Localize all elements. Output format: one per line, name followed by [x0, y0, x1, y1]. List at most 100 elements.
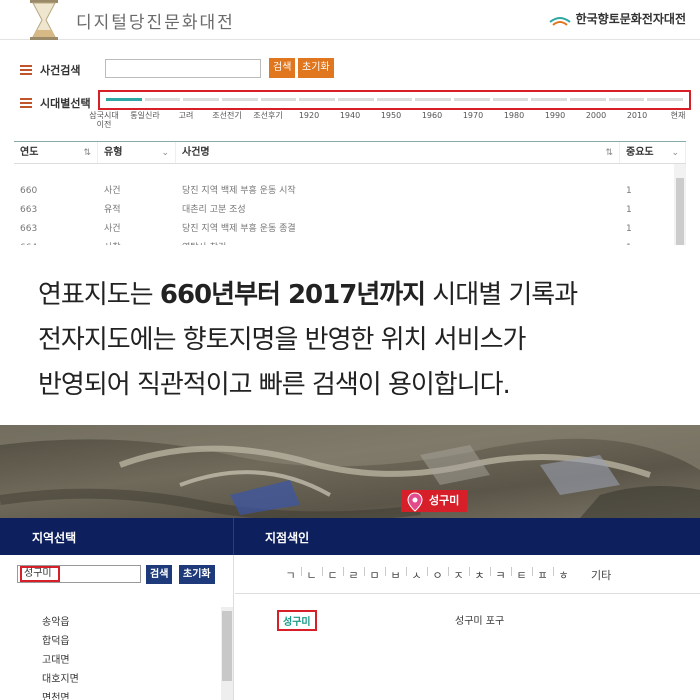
era-segment[interactable] — [144, 98, 181, 101]
brand-link[interactable]: 한국향토문화전자대전 — [548, 10, 686, 27]
era-label[interactable]: 1940 — [328, 111, 372, 120]
consonant-link[interactable]: ㄹ — [344, 567, 363, 583]
chevron-down-icon[interactable]: ⌄ — [671, 142, 679, 164]
era-label[interactable]: 2010 — [615, 111, 659, 120]
era-segment[interactable] — [454, 98, 490, 101]
sort-icon[interactable]: ⇅ — [83, 142, 91, 164]
era-segment[interactable] — [376, 98, 413, 101]
era-label[interactable]: 1980 — [492, 111, 536, 120]
era-label[interactable]: 1950 — [369, 111, 413, 120]
column-importance[interactable]: 중요도 ⌄ — [620, 142, 686, 163]
region-search-field[interactable]: 성구미 — [17, 565, 141, 583]
era-segment[interactable] — [492, 98, 529, 101]
consonant-link[interactable]: ㅈ — [449, 567, 468, 583]
region-list-item[interactable]: 송악읍 — [42, 613, 79, 632]
region-reset-button[interactable]: 초기화 — [179, 565, 215, 584]
region-list-item[interactable]: 대호지면 — [42, 670, 79, 689]
list-icon — [20, 65, 32, 75]
column-event[interactable]: 사건명 ⇅ — [176, 142, 620, 163]
era-label[interactable]: 1920 — [287, 111, 331, 120]
era-label[interactable]: 삼국시대 이전 — [82, 111, 126, 129]
era-label[interactable]: 조선후기 — [246, 111, 290, 120]
consonant-link[interactable]: ㅌ — [512, 567, 531, 583]
place-result-full-name[interactable]: 성구미 포구 — [455, 612, 504, 627]
sort-icon[interactable]: ⇅ — [605, 142, 613, 164]
era-segment[interactable] — [183, 98, 220, 101]
site-title[interactable]: 디지털당진문화대전 — [76, 8, 235, 33]
era-segment[interactable] — [299, 98, 336, 101]
era-segment[interactable] — [531, 98, 568, 101]
era-select-label: 시대별선택 — [20, 95, 91, 111]
table-row[interactable]: 663 사건 당진 지역 백제 부흥 운동 종결 1 — [14, 220, 686, 239]
era-label[interactable]: 1960 — [410, 111, 454, 120]
era-label[interactable]: 통일신라 — [123, 111, 167, 120]
region-search-button[interactable]: 검색 — [146, 565, 173, 584]
era-label[interactable]: 조선전기 — [205, 111, 249, 120]
map-pin-icon — [407, 492, 423, 512]
era-label[interactable]: 2000 — [574, 111, 618, 120]
consonant-link[interactable]: ㅊ — [470, 567, 489, 583]
region-list-item[interactable]: 합덕읍 — [42, 632, 79, 651]
promo-line-1-suffix: 시대별 기록과 — [425, 280, 578, 310]
table-cell: 1 — [626, 205, 632, 215]
column-year[interactable]: 연도 ⇅ — [14, 142, 98, 163]
era-label[interactable]: 현재 — [656, 111, 700, 120]
region-list-scrollbar-thumb[interactable] — [222, 611, 232, 681]
brand-logo-icon — [548, 16, 571, 26]
column-year-label: 연도 — [20, 147, 39, 158]
consonant-link[interactable]: ㅋ — [491, 567, 510, 583]
consonant-link[interactable]: ㅍ — [533, 567, 552, 583]
region-list-item[interactable]: 면천면 — [42, 689, 79, 700]
era-segment[interactable] — [570, 98, 606, 101]
consonant-link[interactable]: ㄴ — [302, 567, 321, 583]
table-row[interactable]: 663 유적 대촌리 고분 조성 1 — [14, 201, 686, 220]
table-row[interactable]: 660 사건 당진 지역 백제 부흥 운동 시작 1 — [14, 182, 686, 201]
column-type[interactable]: 유형 ⌄ — [98, 142, 176, 163]
region-select-panel: 성구미 검색 초기화 송악읍 합덕읍 고대면 대호지면 면천면 — [0, 555, 234, 700]
era-segment[interactable] — [647, 98, 684, 101]
era-segment[interactable] — [222, 98, 258, 101]
promo-line-1-prefix: 연표지도는 — [38, 280, 160, 310]
event-search-button[interactable]: 검색 — [269, 58, 296, 78]
column-type-label: 유형 — [104, 147, 123, 158]
event-search-input[interactable] — [105, 59, 261, 78]
promo-line-2: 전자지도에는 향토지명을 반영한 위치 서비스가 — [38, 325, 526, 355]
divider — [233, 518, 234, 555]
region-header-bar: 지역선택 지점색인 — [0, 518, 700, 555]
map-marker[interactable]: 성구미 — [401, 490, 468, 512]
consonant-link[interactable]: ㅎ — [554, 567, 573, 583]
place-index-title: 지점색인 — [265, 531, 310, 545]
consonant-link[interactable]: ㅁ — [365, 567, 384, 583]
era-label[interactable]: 1970 — [451, 111, 495, 120]
table-cell: 대촌리 고분 조성 — [182, 205, 246, 215]
consonant-link[interactable]: ㅂ — [386, 567, 405, 583]
era-segment[interactable] — [338, 98, 374, 101]
era-select-label-text: 시대별선택 — [40, 97, 91, 110]
chevron-down-icon[interactable]: ⌄ — [161, 142, 169, 164]
region-search-input[interactable]: 성구미 — [20, 566, 60, 582]
era-segment[interactable] — [415, 98, 452, 101]
consonant-link[interactable]: ㄱ — [281, 567, 300, 583]
era-slider-track[interactable] — [106, 98, 684, 101]
satellite-map[interactable]: 성구미 — [0, 425, 700, 518]
promo-text: 연표지도는 660년부터 2017년까지 시대별 기록과 전자지도에는 향토지명… — [0, 245, 700, 425]
era-label[interactable]: 1990 — [533, 111, 577, 120]
region-list-scrollbar[interactable] — [221, 607, 233, 700]
era-segment[interactable] — [608, 98, 645, 101]
timeline-search-panel: 사건검색 검색 초기화 시대별선택 삼국시대 이전 통일신라 고려 조선전기 조선후기 1… — [0, 40, 700, 268]
consonant-link[interactable]: ㅇ — [428, 567, 447, 583]
consonant-link[interactable]: ㄷ — [323, 567, 342, 583]
region-list-item[interactable]: 고대면 — [42, 651, 79, 670]
era-segment[interactable] — [260, 98, 297, 101]
consonant-etc-link[interactable]: 기타 — [591, 567, 611, 583]
consonant-link[interactable]: ㅅ — [407, 567, 426, 583]
era-label[interactable]: 고려 — [164, 111, 208, 120]
region-select-title: 지역선택 — [32, 531, 77, 545]
place-result-link[interactable]: 성구미 — [277, 610, 317, 631]
event-reset-button[interactable]: 초기화 — [298, 58, 334, 78]
list-icon — [20, 98, 32, 108]
era-slider[interactable] — [98, 90, 691, 110]
era-segment[interactable] — [106, 98, 142, 101]
table-cell: 663 — [20, 224, 38, 234]
table-cell: 1 — [626, 224, 632, 234]
